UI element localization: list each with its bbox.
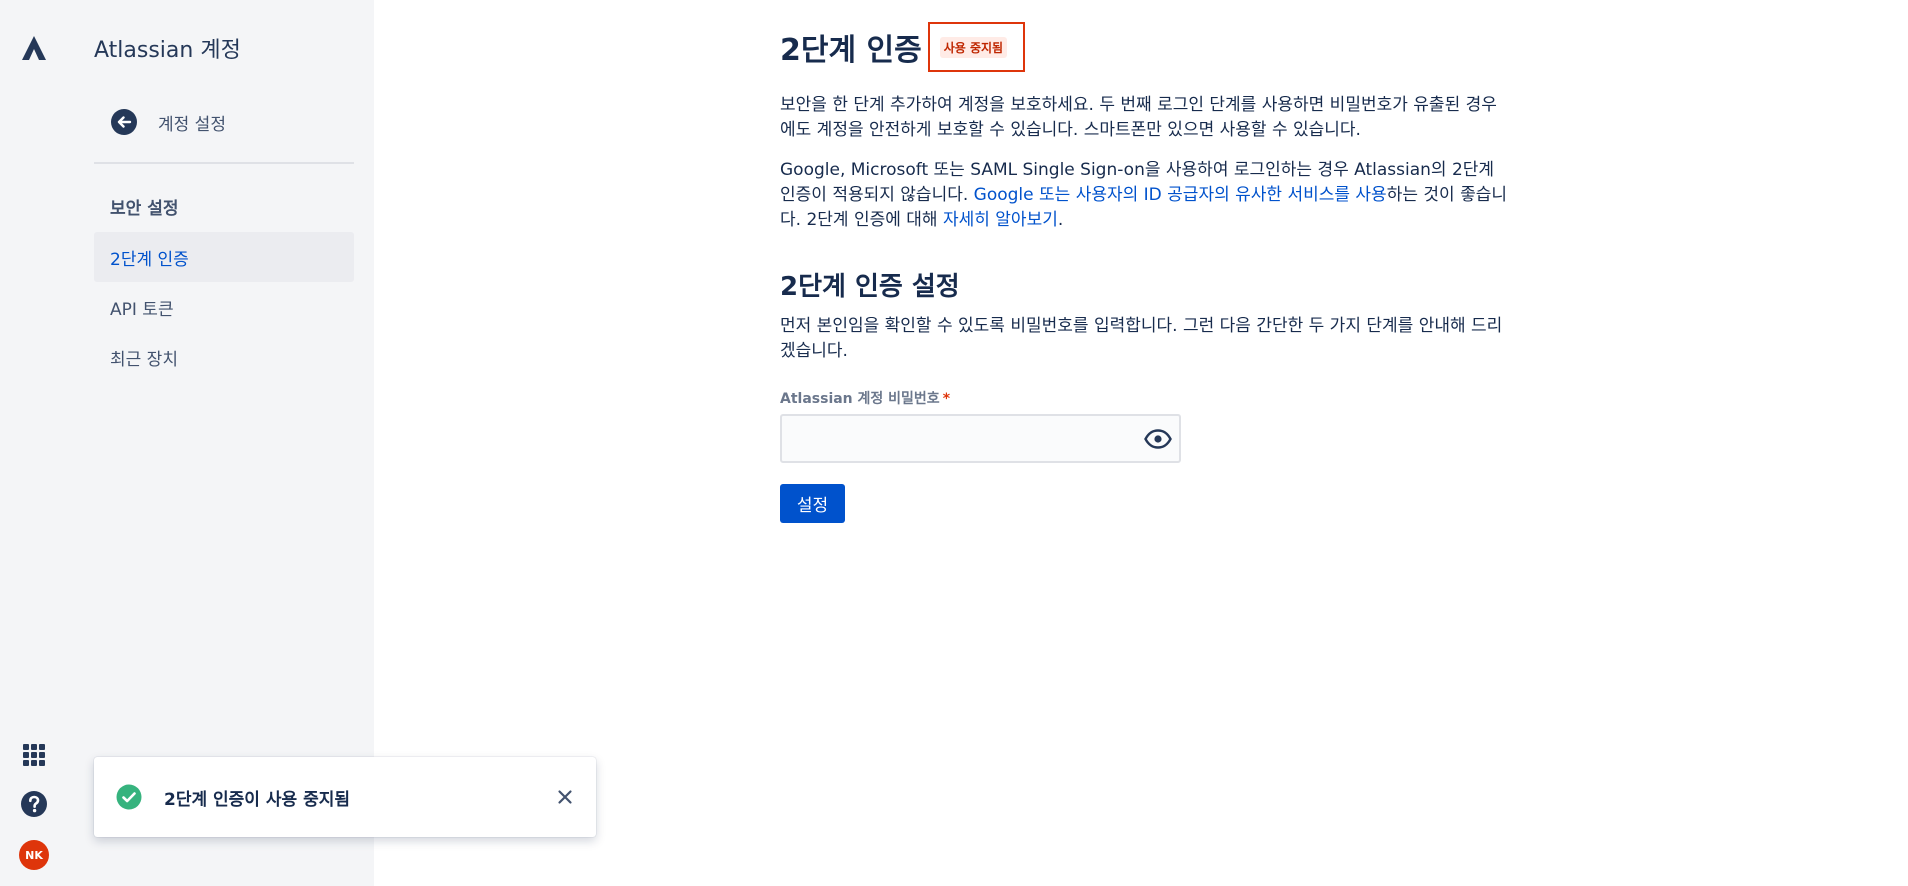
status-badge-highlight: 사용 중지됨	[927, 22, 1026, 72]
identity-provider-link[interactable]: Google 또는 사용자의 ID 공급자의 유사한 서비스를 사용	[974, 185, 1387, 205]
sidebar-item-recent-devices[interactable]: 최근 장치	[94, 332, 354, 382]
atlassian-logo-icon[interactable]	[20, 34, 48, 62]
title-row: 2단계 인증 사용 중지됨	[780, 22, 1026, 72]
sidebar-section-heading: 보안 설정	[110, 199, 179, 219]
eye-icon[interactable]	[1143, 425, 1173, 453]
arrow-left-circle-icon	[111, 109, 137, 135]
success-toast: 2단계 인증이 사용 중지됨	[94, 757, 596, 837]
password-field-wrapper	[780, 414, 1181, 463]
intro-text: 보안을 한 단계 추가하여 계정을 보호하세요. 두 번째 로그인 단계를 사용…	[780, 95, 1497, 140]
sso-note: Google, Microsoft 또는 SAML Single Sign-on…	[780, 158, 1510, 233]
avatar[interactable]: NK	[19, 840, 49, 870]
learn-more-link[interactable]: 자세히 알아보기	[943, 210, 1058, 230]
product-title: Atlassian 계정	[94, 38, 241, 63]
sso-note-text-end: .	[1057, 210, 1064, 230]
toast-message: 2단계 인증이 사용 중지됨	[164, 790, 350, 810]
setup-description: 먼저 본인임을 확인할 수 있도록 비밀번호를 입력합니다. 그런 다음 간단한…	[780, 316, 1503, 361]
setup-title: 2단계 인증 설정	[780, 272, 960, 302]
sidebar-item-two-step-verification[interactable]: 2단계 인증	[94, 232, 354, 282]
password-label: Atlassian 계정 비밀번호 *	[780, 388, 950, 408]
page-title: 2단계 인증	[780, 33, 922, 68]
sidebar: Atlassian 계정 계정 설정 보안 설정 2단계 인증 API 토큰 최…	[68, 0, 374, 886]
status-badge: 사용 중지됨	[939, 37, 1008, 58]
global-nav: NK	[0, 0, 68, 886]
sidebar-nav: 2단계 인증 API 토큰 최근 장치	[94, 232, 354, 382]
password-label-text: Atlassian 계정 비밀번호	[780, 391, 940, 407]
back-label: 계정 설정	[158, 114, 226, 135]
app-switcher-icon[interactable]	[22, 743, 46, 767]
check-circle-icon	[116, 784, 142, 810]
sidebar-item-api-tokens[interactable]: API 토큰	[94, 282, 354, 332]
sidebar-divider	[94, 162, 354, 164]
close-icon[interactable]	[554, 786, 576, 808]
setup-button[interactable]: 설정	[780, 484, 845, 523]
password-input[interactable]	[792, 424, 1132, 454]
required-mark: *	[942, 391, 951, 407]
help-icon[interactable]	[20, 790, 48, 818]
back-to-account-settings[interactable]: 계정 설정	[94, 106, 354, 138]
